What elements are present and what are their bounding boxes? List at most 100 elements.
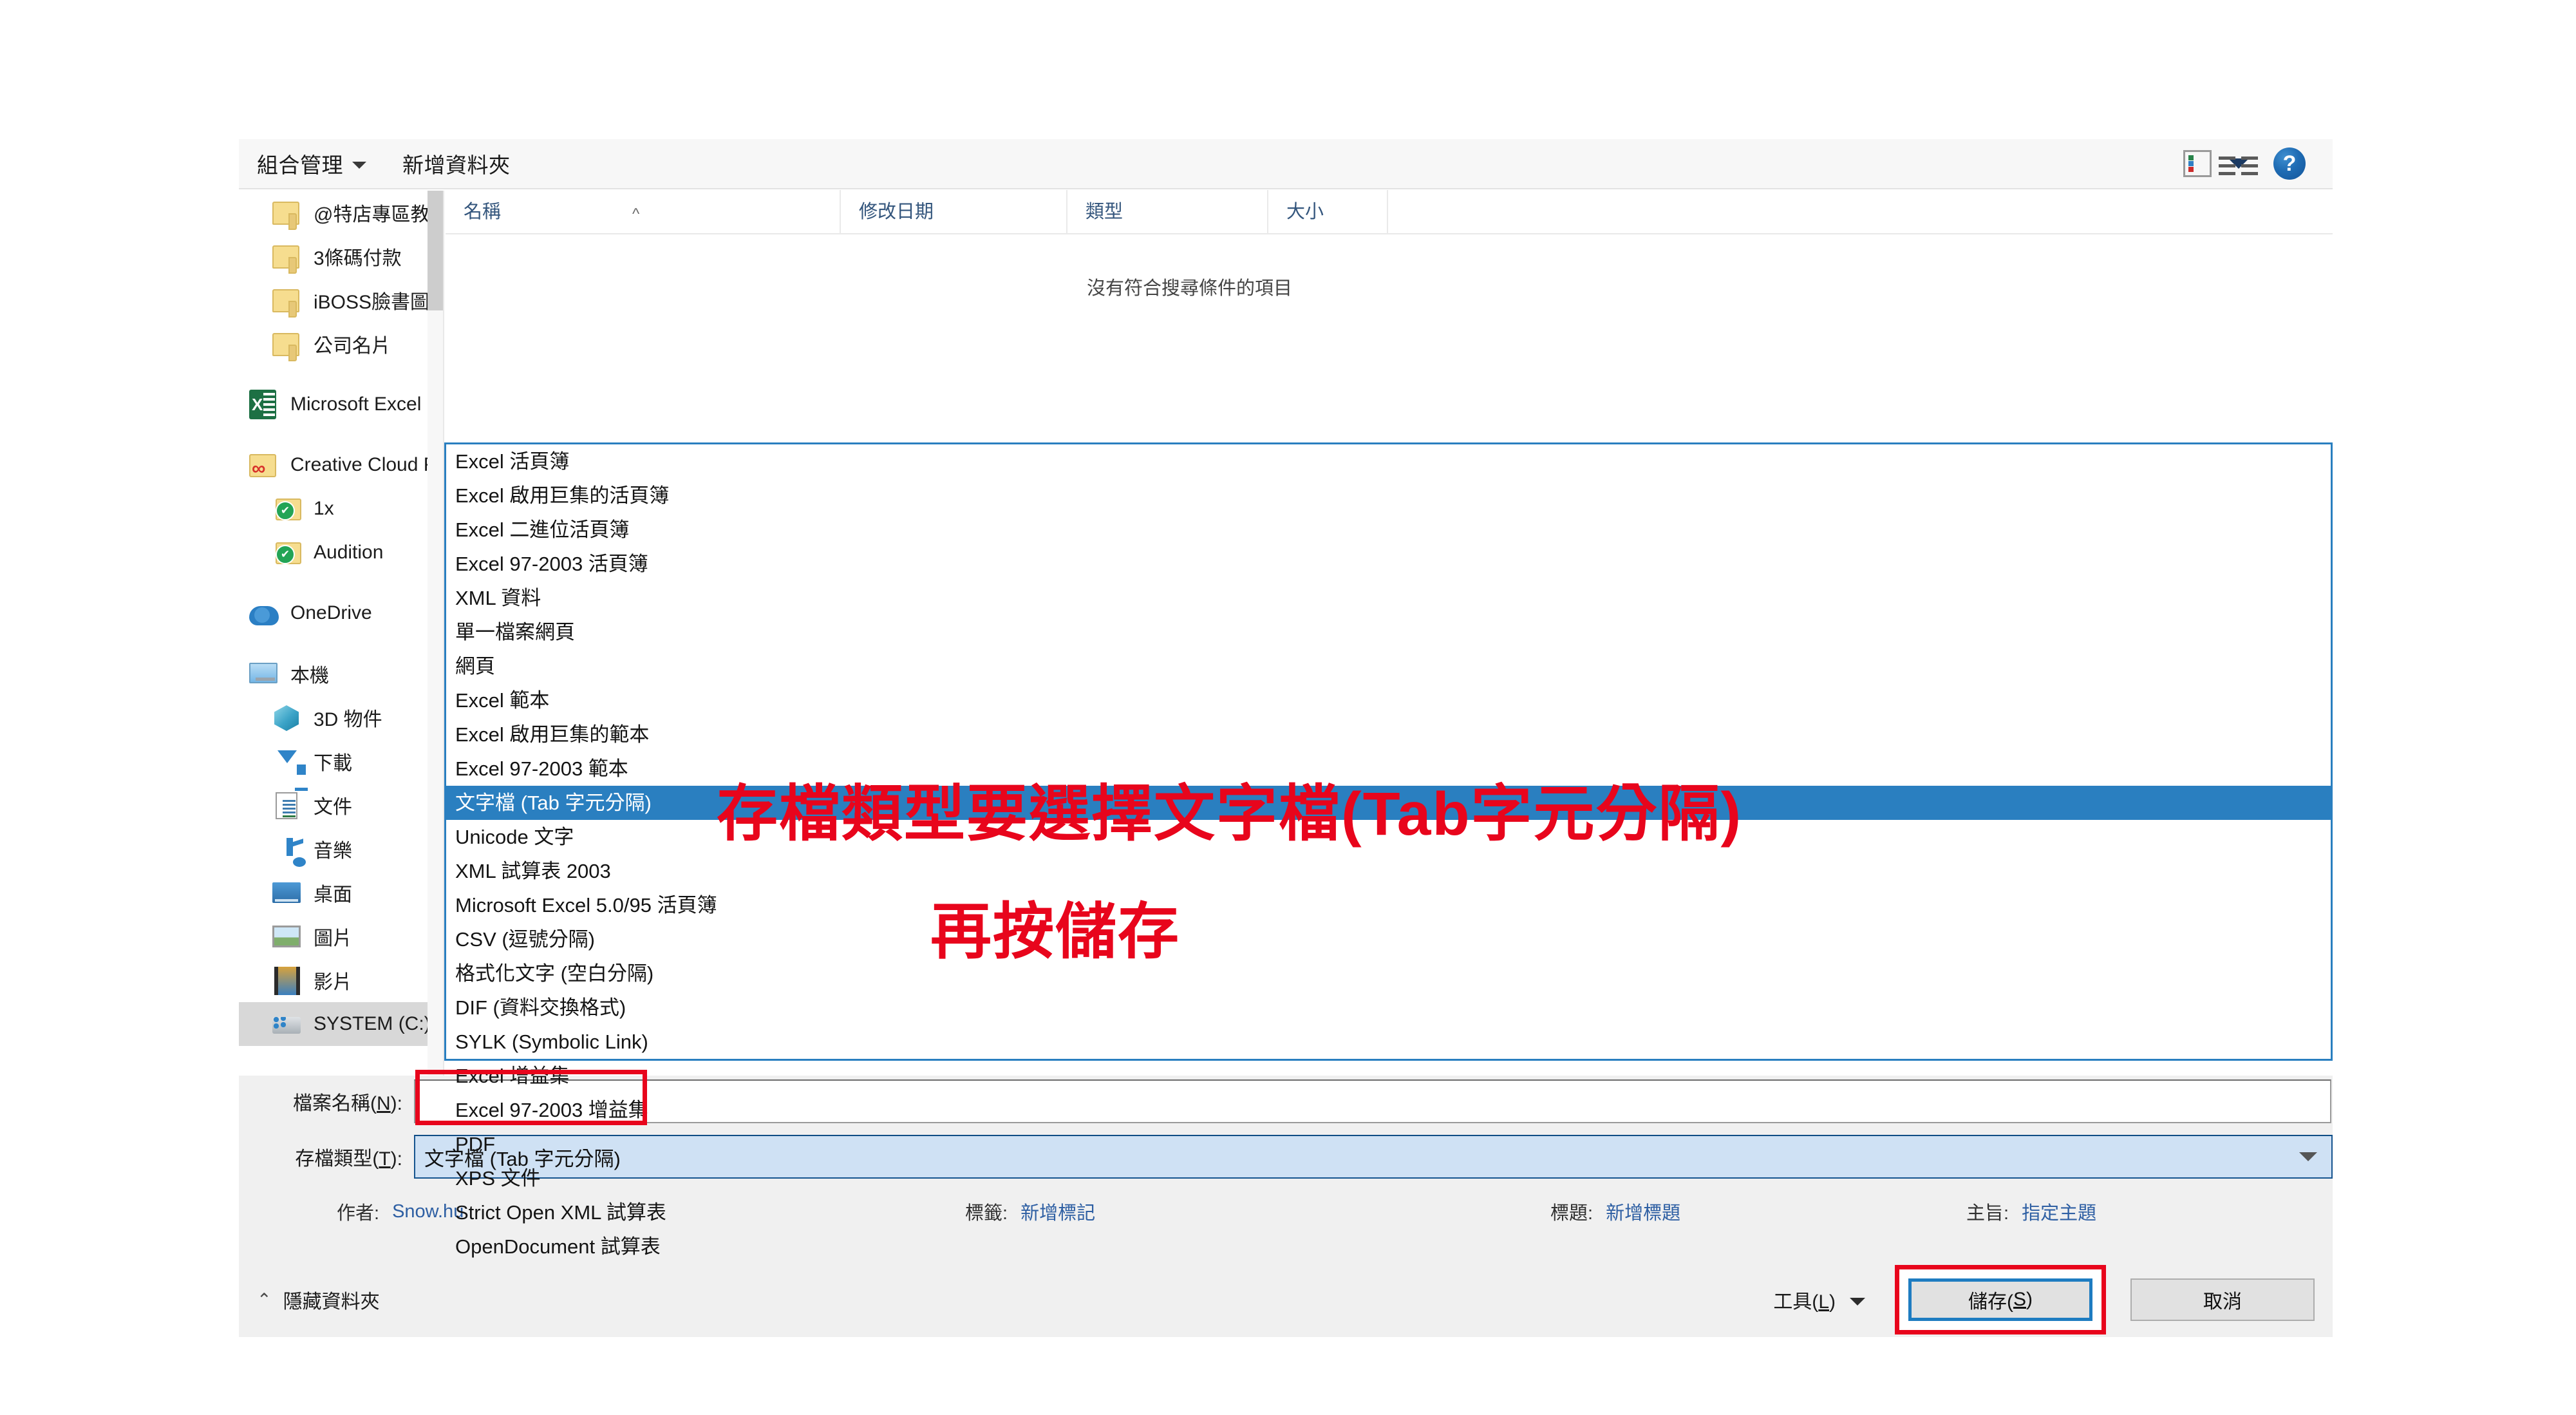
nav-item-4[interactable]: X Microsoft Excel bbox=[239, 383, 443, 426]
nav-item-12[interactable]: 文件 bbox=[239, 783, 443, 827]
column-header-name-label: 名稱 bbox=[464, 202, 502, 222]
help-icon[interactable]: ? bbox=[2273, 147, 2306, 180]
file-type-option-0[interactable]: Excel 活頁簿 bbox=[446, 444, 2331, 479]
file-type-option-4[interactable]: XML 資料 bbox=[446, 581, 2331, 615]
column-header-date[interactable]: 修改日期 bbox=[841, 190, 1067, 234]
file-type-option-22[interactable]: Strict Open XML 試算表 bbox=[446, 1195, 2331, 1230]
creative-cloud-folder-icon bbox=[249, 450, 279, 480]
file-type-option-23[interactable]: OpenDocument 試算表 bbox=[446, 1230, 2331, 1264]
save-label-post: ) bbox=[2026, 1289, 2033, 1310]
organize-label: 組合管理 bbox=[257, 153, 343, 177]
nav-item-14[interactable]: 桌面 bbox=[239, 871, 443, 915]
synced-folder-icon bbox=[272, 538, 302, 567]
pictures-icon bbox=[272, 922, 302, 951]
new-folder-button[interactable]: 新增資料夾 bbox=[402, 139, 511, 188]
nav-item-8[interactable]: OneDrive bbox=[239, 591, 443, 635]
sort-ascending-icon: ^ bbox=[632, 205, 640, 223]
save-as-dialog: 組合管理 新增資料夾 ? @特店專區教學: 3條碼付款 iBOSS臉書圖文 公司… bbox=[239, 139, 2333, 1262]
nav-item-16[interactable]: 影片 bbox=[239, 958, 443, 1002]
hide-folders-toggle[interactable]: ⌃ 隱藏資料夾 bbox=[257, 1286, 380, 1314]
nav-item-15[interactable]: 圖片 bbox=[239, 915, 443, 958]
footer-buttons: 工具(L) 儲存(S) 取消 bbox=[1773, 1265, 2315, 1334]
save-button-highlight: 儲存(S) bbox=[1895, 1265, 2106, 1334]
chevron-down-icon bbox=[1850, 1297, 1865, 1306]
nav-item-13[interactable]: 音樂 bbox=[239, 827, 443, 871]
nav-item-2[interactable]: iBOSS臉書圖文 bbox=[239, 278, 443, 322]
nav-item-1[interactable]: 3條碼付款 bbox=[239, 234, 443, 278]
file-type-option-container: Excel 活頁簿 Excel 啟用巨集的活頁簿 Excel 二進位活頁簿 Excel… bbox=[446, 444, 2331, 1264]
file-type-option-3[interactable]: Excel 97-2003 活頁簿 bbox=[446, 547, 2331, 581]
cancel-button[interactable]: 取消 bbox=[2130, 1278, 2315, 1321]
nav-item-label: 文件 bbox=[314, 797, 352, 818]
file-type-option-14[interactable]: CSV (逗號分隔) bbox=[446, 922, 2331, 956]
file-type-option-19[interactable]: Excel 97-2003 增益集 bbox=[446, 1093, 2331, 1127]
new-folder-label: 新增資料夾 bbox=[402, 153, 511, 177]
file-type-option-7[interactable]: Excel 範本 bbox=[446, 683, 2331, 717]
file-type-label-key: T bbox=[379, 1148, 391, 1170]
nav-item-label: 下載 bbox=[314, 753, 352, 774]
file-type-option-16[interactable]: DIF (資料交換格式) bbox=[446, 991, 2331, 1025]
folder-icon bbox=[272, 285, 302, 318]
nav-item-7[interactable]: Audition bbox=[239, 531, 443, 575]
navigation-group-separator bbox=[239, 575, 443, 591]
navigation-scrollbar[interactable] bbox=[428, 191, 443, 1076]
nav-item-17[interactable]: SYSTEM (C:) bbox=[239, 1002, 443, 1046]
folder-icon bbox=[272, 242, 302, 274]
excel-icon: X bbox=[249, 390, 279, 419]
view-options-button[interactable] bbox=[2183, 150, 2258, 177]
metadata-author[interactable]: 作者: Snow.hu bbox=[337, 1198, 464, 1225]
desktop-icon bbox=[272, 878, 302, 907]
nav-item-3[interactable]: 公司名片 bbox=[239, 322, 443, 366]
nav-item-6[interactable]: 1x bbox=[239, 487, 443, 531]
nav-item-5[interactable]: Creative Cloud Files bbox=[239, 443, 443, 487]
file-type-option-13[interactable]: Microsoft Excel 5.0/95 活頁簿 bbox=[446, 888, 2331, 922]
column-header-name[interactable]: 名稱 ^ bbox=[446, 190, 841, 234]
empty-list-message: 沒有符合搜尋條件的項目 bbox=[1086, 278, 1292, 299]
save-button[interactable]: 儲存(S) bbox=[1908, 1278, 2092, 1321]
file-list-header: 名稱 ^ 修改日期 類型 大小 bbox=[446, 190, 2333, 234]
nav-item-label: Audition bbox=[314, 542, 384, 563]
file-type-option-6[interactable]: 網頁 bbox=[446, 649, 2331, 683]
folder-icon bbox=[272, 329, 302, 361]
tools-menu-button[interactable]: 工具(L) bbox=[1773, 1286, 1865, 1314]
navigation-group-separator bbox=[239, 426, 443, 443]
nav-item-label: 桌面 bbox=[314, 884, 352, 906]
command-bar-right: ? bbox=[2183, 139, 2333, 188]
nav-item-label: 3D 物件 bbox=[314, 709, 382, 730]
nav-item-10[interactable]: 3D 物件 bbox=[239, 696, 443, 739]
nav-item-9[interactable]: 本機 bbox=[239, 652, 443, 696]
scrollbar-thumb[interactable] bbox=[428, 191, 443, 310]
annotation-text-line-2: 再按儲存 bbox=[930, 898, 1181, 966]
file-type-label: 存檔類型(T): bbox=[239, 1143, 414, 1171]
file-type-option-21[interactable]: XPS 文件 bbox=[446, 1161, 2331, 1195]
file-type-option-5[interactable]: 單一檔案網頁 bbox=[446, 615, 2331, 649]
command-bar: 組合管理 新增資料夾 ? bbox=[239, 139, 2333, 189]
column-header-type[interactable]: 類型 bbox=[1067, 190, 1268, 234]
file-type-option-1[interactable]: Excel 啟用巨集的活頁簿 bbox=[446, 479, 2331, 513]
file-type-option-8[interactable]: Excel 啟用巨集的範本 bbox=[446, 717, 2331, 752]
file-type-option-20[interactable]: PDF bbox=[446, 1127, 2331, 1161]
nav-item-label: @特店專區教學: bbox=[314, 204, 443, 225]
onedrive-cloud-icon bbox=[249, 598, 279, 628]
file-type-option-2[interactable]: Excel 二進位活頁簿 bbox=[446, 513, 2331, 547]
file-type-option-18[interactable]: Excel 增益集 bbox=[446, 1059, 2331, 1093]
nav-item-11[interactable]: 下載 bbox=[239, 739, 443, 791]
downloads-icon bbox=[272, 746, 308, 791]
organize-menu-button[interactable]: 組合管理 bbox=[257, 139, 366, 188]
file-name-label-pre: 檔案名稱( bbox=[293, 1093, 377, 1114]
nav-item-0[interactable]: @特店專區教學: bbox=[239, 191, 443, 234]
tools-label-key: L bbox=[1818, 1291, 1829, 1313]
drive-icon bbox=[272, 1009, 302, 1039]
nav-item-label: 圖片 bbox=[314, 928, 352, 949]
file-type-option-15[interactable]: 格式化文字 (空白分隔) bbox=[446, 956, 2331, 991]
file-type-dropdown-list[interactable]: Excel 活頁簿 Excel 啟用巨集的活頁簿 Excel 二進位活頁簿 Excel… bbox=[444, 442, 2333, 1258]
file-type-option-12[interactable]: XML 試算表 2003 bbox=[446, 854, 2331, 888]
save-label-pre: 儲存( bbox=[1968, 1291, 2013, 1313]
nav-item-label: OneDrive bbox=[290, 602, 372, 623]
column-header-size[interactable]: 大小 bbox=[1268, 190, 1388, 234]
file-type-option-17[interactable]: SYLK (Symbolic Link) bbox=[446, 1025, 2331, 1059]
music-icon bbox=[272, 834, 306, 867]
navigation-pane[interactable]: @特店專區教學: 3條碼付款 iBOSS臉書圖文 公司名片 X Microsoft Exc… bbox=[239, 191, 444, 1076]
file-name-label: 檔案名稱(N): bbox=[239, 1087, 414, 1116]
3d-objects-icon bbox=[272, 703, 302, 732]
